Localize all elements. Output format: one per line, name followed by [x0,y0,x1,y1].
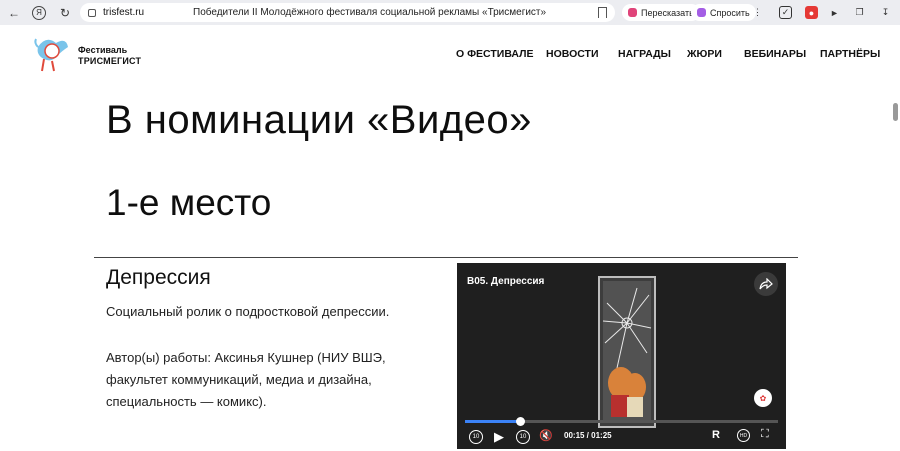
page-title-tab: Победители II Молодёжного фестиваля соци… [193,7,547,18]
collections-icon[interactable]: ❐ [853,6,866,19]
bookmark-icon[interactable] [598,7,607,18]
video-progress-bar[interactable] [465,417,778,426]
page-title: В номинации «Видео» [106,98,532,142]
reload-icon[interactable]: ↻ [53,0,77,25]
site-logo[interactable]: Фестиваль ТРИСМЕГИСТ [30,33,142,75]
shield-icon[interactable]: ✓ [779,6,792,19]
scrollbar-thumb[interactable] [893,103,898,121]
logo-text-line1: Фестиваль [78,45,128,55]
video-title: В05. Депрессия [467,276,545,287]
forward-10-icon[interactable]: 10 [516,430,530,444]
back-icon[interactable]: ← [2,0,26,25]
retell-button[interactable]: Пересказать [622,4,700,21]
nav-jury[interactable]: ЖЮРИ [687,48,722,60]
play-icon[interactable]: ▶ [494,429,504,445]
bird-logo-icon [34,38,68,72]
play-extension-icon[interactable]: ► [828,6,841,19]
ask-icon [697,8,706,17]
rewind-10-icon[interactable]: 10 [469,430,483,444]
watermark-icon: ✿ [754,389,772,407]
ask-button[interactable]: Спросить [691,4,756,21]
more-icon[interactable]: ⋮ [751,6,764,19]
rutube-icon[interactable]: R [712,429,720,441]
quality-icon[interactable]: HD [737,429,750,442]
logo-text-line2: ТРИСМЕГИСТ [78,56,142,66]
address-bar[interactable]: trisfest.ru Победители II Молодёжного фе… [80,3,615,22]
ask-label: Спросить [710,7,750,18]
work-author: Автор(ы) работы: Аксинья Кушнер (НИУ ВШЭ… [106,350,386,409]
page-scrollbar[interactable] [892,28,899,451]
video-time: 00:15 / 01:25 [564,431,612,440]
mute-icon[interactable]: 🔇 [539,429,553,442]
divider [94,257,798,258]
extension-red-icon[interactable]: ● [805,6,818,19]
yandex-icon[interactable]: Я [27,0,51,25]
url-domain: trisfest.ru [103,7,145,18]
fullscreen-icon[interactable]: ⛶ [761,428,769,441]
video-player[interactable]: В05. Депрессия ✿ 10 ▶ 10 🔇 00:15 / 01:25… [457,263,786,449]
retell-icon [628,8,637,17]
retell-label: Пересказать [641,7,694,18]
browser-toolbar: ← Я ↻ trisfest.ru Победители II Молодёжн… [0,0,900,25]
work-title: Депрессия [106,266,211,289]
video-controls: 10 ▶ 10 🔇 00:15 / 01:25 R HD ⛶ [457,427,786,447]
video-frame-illustration [598,276,656,428]
nav-awards[interactable]: НАГРАДЫ [618,48,671,60]
lock-icon [88,8,96,17]
work-description: Социальный ролик о подростковой депресси… [106,304,390,319]
nav-about[interactable]: О ФЕСТИВАЛЕ [456,48,533,60]
download-icon[interactable]: ↧ [879,6,892,19]
video-progress-handle[interactable] [516,417,526,426]
nav-news[interactable]: НОВОСТИ [546,48,599,60]
nav-partners[interactable]: ПАРТНЁРЫ [820,48,880,60]
share-icon[interactable] [754,272,778,296]
place-heading: 1-е место [106,182,272,223]
video-progress-fill [465,420,521,423]
nav-webinars[interactable]: ВЕБИНАРЫ [744,48,806,60]
